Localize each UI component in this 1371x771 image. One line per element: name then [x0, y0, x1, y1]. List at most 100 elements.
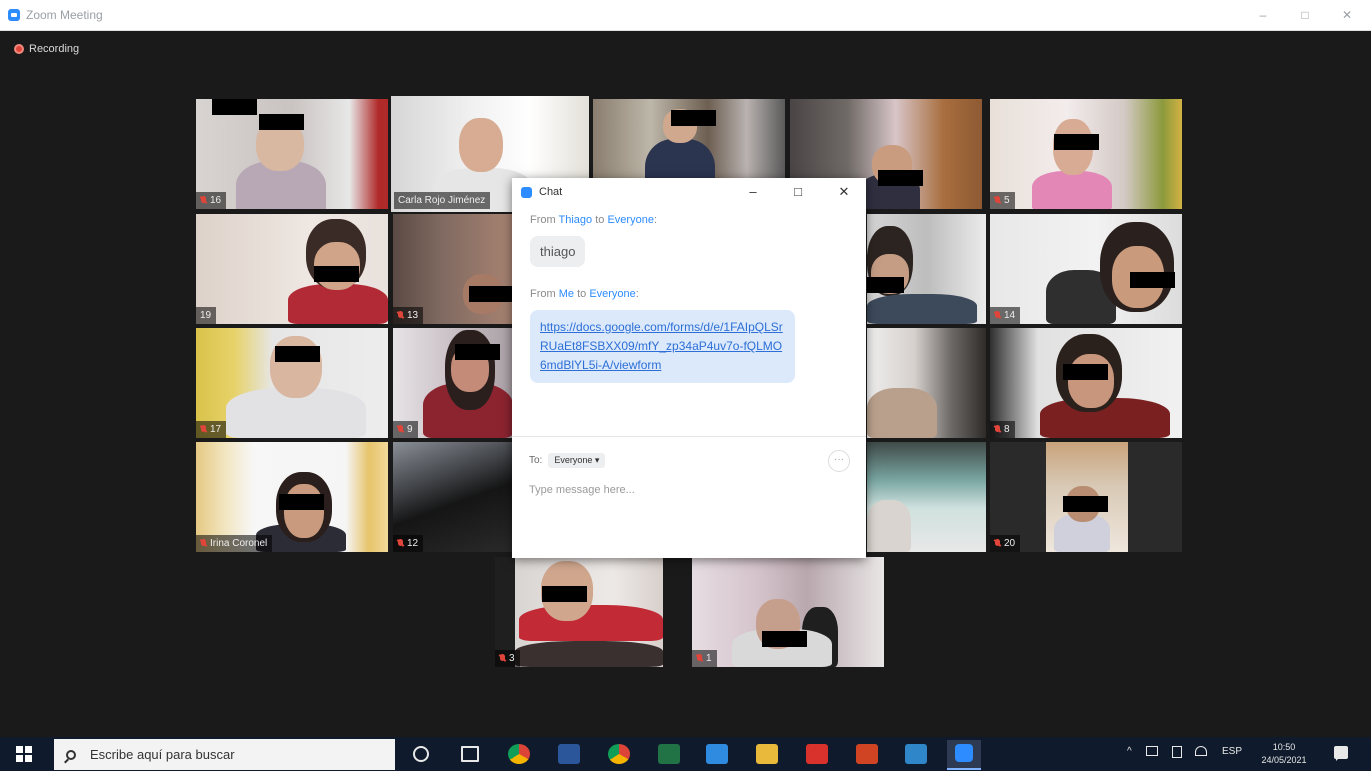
more-options-button[interactable]: ··· — [828, 450, 850, 472]
word-icon[interactable] — [558, 744, 580, 764]
minimize-button[interactable]: – — [1248, 6, 1278, 24]
mic-muted-icon — [994, 195, 1001, 206]
mic-muted-icon — [994, 538, 1001, 549]
taskbar-clock[interactable]: 10:50 24/05/2021 — [1254, 741, 1314, 767]
window-titlebar: Zoom Meeting – □ ✕ — [0, 0, 1371, 31]
chat-close-button[interactable]: ✕ — [832, 182, 856, 202]
tile-name-label: 3 — [495, 650, 520, 667]
censor-bar — [259, 114, 304, 130]
video-tile[interactable]: 13 — [393, 214, 512, 324]
recipient-name: Everyone — [589, 288, 636, 300]
sender-name[interactable]: Thiago — [559, 214, 593, 226]
photos-icon[interactable] — [905, 744, 927, 764]
recipient-dropdown[interactable]: Everyone ▾ — [548, 453, 606, 468]
video-tile[interactable] — [867, 328, 986, 438]
video-tile[interactable]: 3 — [495, 557, 663, 667]
video-tile[interactable] — [867, 214, 986, 324]
windows-start-icon[interactable] — [16, 746, 32, 762]
mic-muted-icon — [200, 538, 207, 549]
tile-name-label: 8 — [990, 421, 1015, 438]
video-tile[interactable]: 19 — [196, 214, 388, 324]
chat-title: Chat — [539, 186, 563, 198]
video-tile[interactable]: 20 — [990, 442, 1182, 552]
mic-muted-icon — [994, 424, 1001, 435]
censor-bar — [314, 266, 359, 282]
task-view-icon[interactable] — [461, 746, 479, 762]
recording-label: Recording — [29, 43, 80, 55]
video-tile[interactable] — [867, 442, 986, 552]
video-tile[interactable]: Irina Coronel — [196, 442, 388, 552]
chrome-icon[interactable] — [508, 744, 530, 764]
censor-bar — [867, 277, 904, 293]
taskbar-search-box[interactable]: Escribe aquí para buscar — [54, 739, 395, 770]
tile-name-label: 1 — [692, 650, 717, 667]
zoom-chat-icon — [521, 187, 532, 198]
file-explorer-icon[interactable] — [756, 744, 778, 764]
search-placeholder: Escribe aquí para buscar — [90, 747, 235, 762]
mic-muted-icon — [397, 538, 404, 549]
form-link[interactable]: https://docs.google.com/forms/d/e/1FAIpQ… — [540, 318, 785, 375]
maximize-button[interactable]: □ — [1290, 6, 1320, 24]
clock-time: 10:50 — [1272, 742, 1296, 752]
video-tile[interactable]: 12 — [393, 442, 512, 552]
censor-bar — [469, 286, 512, 302]
video-tile[interactable]: 5 — [990, 99, 1182, 209]
tile-name-label: Irina Coronel — [196, 535, 273, 552]
cortana-icon[interactable] — [413, 746, 429, 762]
notifications-icon[interactable] — [1334, 746, 1348, 761]
tile-name-label: 5 — [990, 192, 1015, 209]
censor-bar — [1054, 134, 1099, 150]
chat-message-bubble: https://docs.google.com/forms/d/e/1FAIpQ… — [530, 310, 795, 383]
zoom-app-icon — [955, 744, 973, 762]
bookmark-app-icon[interactable] — [706, 744, 728, 764]
censor-bar — [275, 346, 320, 362]
search-icon — [66, 749, 76, 760]
chat-message-input[interactable] — [529, 480, 829, 500]
tile-name-label: 16 — [196, 192, 227, 209]
censor-bar — [762, 631, 807, 647]
language-indicator[interactable]: ESP — [1222, 746, 1242, 757]
censor-bar — [1063, 364, 1108, 380]
tile-name-label: 12 — [393, 535, 424, 552]
chat-header: Chat – □ ✕ — [512, 178, 866, 206]
tile-name-label: 14 — [990, 307, 1021, 324]
tile-name-label: 13 — [393, 307, 424, 324]
battery-icon[interactable] — [1172, 746, 1182, 758]
tile-name-label: 9 — [393, 421, 418, 438]
tile-name-label: 19 — [196, 307, 217, 324]
chat-minimize-button[interactable]: – — [741, 182, 765, 202]
video-tile[interactable]: 9 — [393, 328, 512, 438]
recipient-selector: To: Everyone ▾ — [529, 453, 606, 468]
volume-icon[interactable] — [1146, 746, 1158, 756]
window-title: Zoom Meeting — [26, 8, 103, 22]
censor-bar — [212, 99, 257, 115]
video-tile[interactable]: 14 — [990, 214, 1182, 324]
mic-muted-icon — [994, 310, 1001, 321]
tile-name-label: Carla Rojo Jiménez — [394, 192, 491, 209]
recipient-name: Everyone — [607, 214, 654, 226]
censor-bar — [455, 344, 500, 360]
mic-muted-icon — [200, 195, 207, 206]
powerpoint-icon[interactable] — [856, 744, 878, 764]
mic-muted-icon — [397, 310, 404, 321]
video-tile[interactable]: 17 — [196, 328, 388, 438]
video-tile[interactable]: 16 — [196, 99, 388, 209]
mic-muted-icon — [200, 424, 207, 435]
censor-bar — [542, 586, 587, 602]
tray-overflow-chevron[interactable]: ^ — [1127, 746, 1132, 757]
chat-message-bubble: thiago — [530, 236, 586, 267]
excel-icon[interactable] — [658, 744, 680, 764]
windows-taskbar: Escribe aquí para buscar ^ ESP 10:50 24/… — [0, 737, 1371, 771]
wifi-icon[interactable] — [1195, 746, 1207, 756]
video-tile[interactable]: 8 — [990, 328, 1182, 438]
chat-window: Chat – □ ✕ From Thiago to Everyone: thia… — [512, 178, 866, 558]
recording-indicator[interactable]: Recording — [14, 43, 79, 55]
close-button[interactable]: ✕ — [1332, 6, 1362, 24]
video-tile[interactable]: 1 — [692, 557, 884, 667]
chrome-icon[interactable] — [608, 744, 630, 764]
acrobat-icon[interactable] — [806, 744, 828, 764]
mic-muted-icon — [696, 653, 703, 664]
zoom-taskbar-button[interactable] — [947, 740, 981, 770]
to-label: To: — [529, 455, 543, 466]
chat-maximize-button[interactable]: □ — [786, 182, 810, 202]
